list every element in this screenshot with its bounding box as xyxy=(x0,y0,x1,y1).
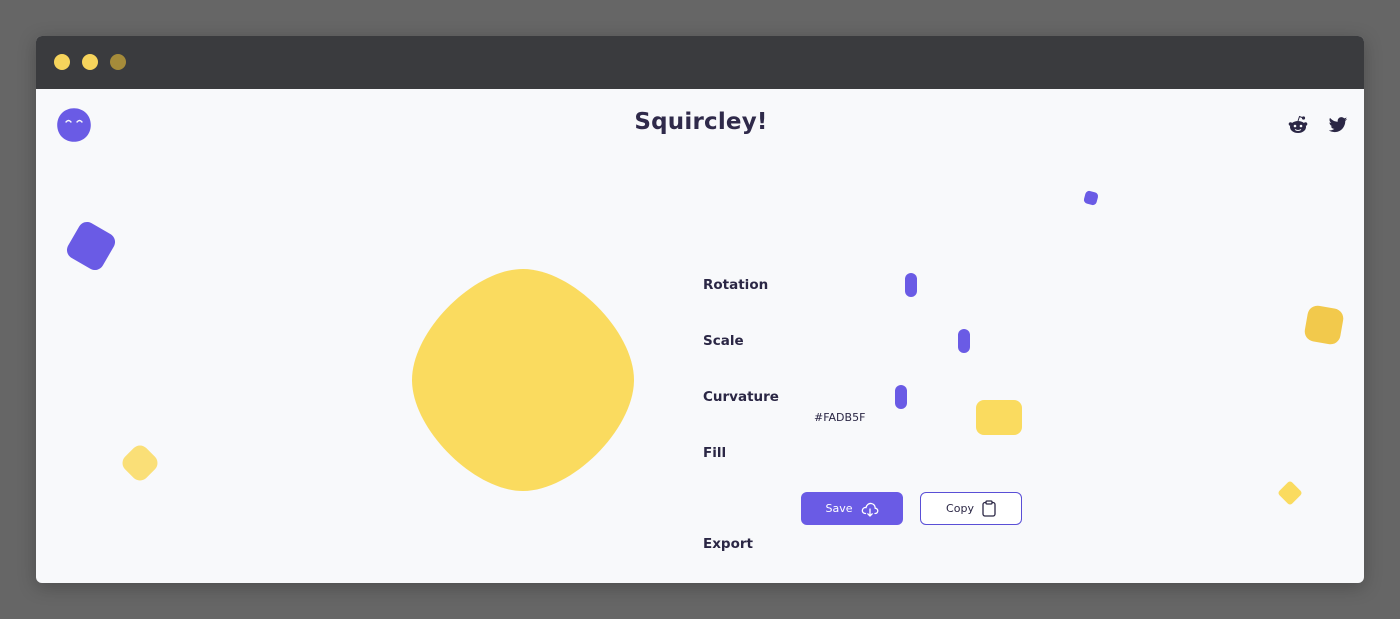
scale-slider[interactable] xyxy=(896,329,1046,353)
decorative-squircle xyxy=(1083,190,1099,206)
fill-hex-input[interactable]: #FADB5F xyxy=(814,411,865,424)
minimize-dot[interactable] xyxy=(82,54,98,70)
fill-color-swatch[interactable] xyxy=(976,400,1022,435)
scale-label: Scale xyxy=(703,333,744,349)
export-label: Export xyxy=(703,536,753,552)
curvature-slider-thumb[interactable] xyxy=(895,385,907,409)
squircle-preview xyxy=(412,269,634,491)
app-content: Squircley! Rotation Scale Curvature Fill… xyxy=(36,89,1364,583)
curvature-label: Curvature xyxy=(703,389,779,405)
rotation-slider-thumb[interactable] xyxy=(905,273,917,297)
decorative-squircle xyxy=(122,445,158,481)
decorative-squircle xyxy=(1278,481,1302,505)
page-title: Squircley! xyxy=(634,109,768,135)
cloud-download-icon xyxy=(861,502,878,517)
decorative-squircle xyxy=(1304,305,1344,345)
reddit-icon[interactable] xyxy=(1288,115,1308,135)
close-dot[interactable] xyxy=(54,54,70,70)
twitter-icon[interactable] xyxy=(1328,117,1348,134)
copy-button-label: Copy xyxy=(946,502,974,515)
rotation-slider[interactable] xyxy=(896,273,1046,297)
rotation-label: Rotation xyxy=(703,277,769,293)
clipboard-icon xyxy=(982,500,996,517)
save-button-label: Save xyxy=(825,502,853,515)
app-window: Squircley! Rotation Scale Curvature Fill… xyxy=(36,36,1364,583)
copy-button[interactable]: Copy xyxy=(920,492,1022,525)
scale-slider-thumb[interactable] xyxy=(958,329,970,353)
window-titlebar xyxy=(36,36,1364,89)
fill-label: Fill xyxy=(703,445,727,461)
save-button[interactable]: Save xyxy=(801,492,903,525)
maximize-dot[interactable] xyxy=(110,54,126,70)
decorative-squircle xyxy=(66,221,116,271)
